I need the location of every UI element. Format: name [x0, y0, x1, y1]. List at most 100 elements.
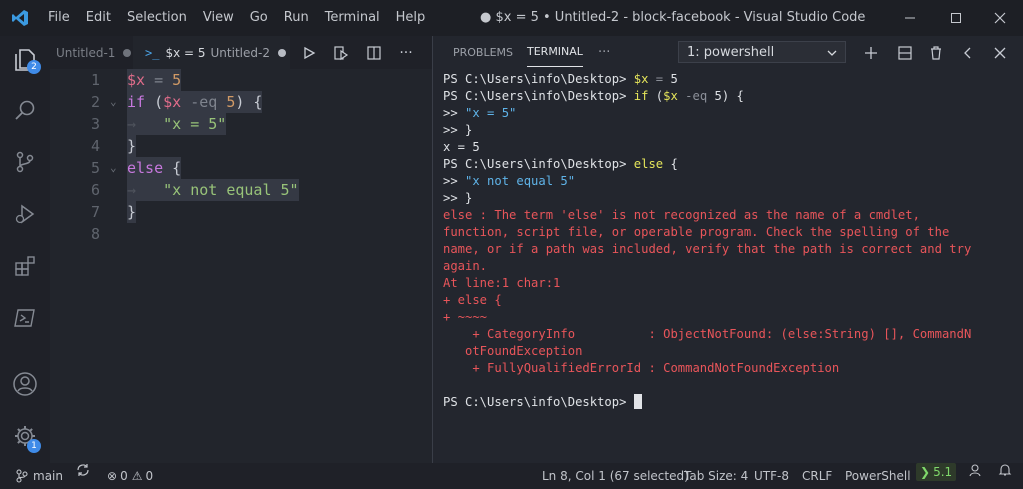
code-content: $x = 5 — [127, 69, 182, 91]
fold-chevron-icon[interactable]: ⌄ — [110, 157, 117, 179]
powershell-version[interactable]: ❯ 5.1 — [916, 463, 957, 481]
split-terminal-button[interactable] — [889, 36, 921, 69]
warning-count: 0 — [145, 469, 154, 483]
search-icon — [15, 100, 35, 120]
tab-untitled-2[interactable]: >_ $x = 5 Untitled-2 — [133, 36, 290, 69]
terminal-line: x = 5 — [443, 140, 480, 154]
code-content: else { — [127, 157, 182, 179]
menu-selection[interactable]: Selection — [119, 0, 195, 36]
search-button[interactable] — [0, 86, 50, 134]
extensions-button[interactable] — [0, 242, 50, 290]
terminal-select-value: 1: powershell — [687, 45, 775, 60]
menu-terminal[interactable]: Terminal — [317, 0, 388, 36]
fold-chevron-icon[interactable]: ⌄ — [110, 91, 117, 113]
run-button[interactable] — [293, 36, 325, 69]
minimize-button[interactable] — [887, 0, 933, 36]
code-line: 8 — [50, 223, 432, 245]
terminal-line: PS C:\Users\info\Desktop> else { — [443, 157, 678, 171]
terminal-line: PS C:\Users\info\Desktop> if ($x -eq 5) … — [443, 89, 744, 103]
status-bar: main ⊗ 0 ⚠ 0 Ln 8, Col 1 (67 selected) T… — [0, 463, 1023, 489]
terminal-output[interactable]: PS C:\Users\info\Desktop> $x = 5 PS C:\U… — [443, 71, 1018, 411]
chevron-left-icon — [964, 47, 971, 58]
code-content: if ($x -eq 5) { — [127, 91, 263, 113]
terminal-line: >> "x not equal 5" — [443, 174, 576, 188]
vscode-logo-icon — [0, 0, 40, 36]
bell-icon — [998, 464, 1012, 476]
run-selection-icon — [334, 45, 349, 60]
terminal-prompt-icon: >_ — [145, 45, 160, 60]
run-selection-button[interactable] — [325, 36, 357, 69]
kill-terminal-button[interactable] — [920, 36, 952, 69]
editor-tabs: Untitled-1 >_ $x = 5 Untitled-2 ··· — [50, 36, 432, 69]
branch-indicator[interactable]: main — [16, 463, 63, 489]
terminal-line: PS C:\Users\info\Desktop> $x = 5 — [443, 72, 678, 86]
line-number: 7 — [90, 203, 100, 221]
panel-more-icon[interactable]: ··· — [598, 36, 610, 69]
menu-edit[interactable]: Edit — [78, 0, 119, 36]
menu-go[interactable]: Go — [242, 0, 276, 36]
split-terminal-icon — [898, 45, 912, 60]
notifications-button[interactable] — [998, 463, 1012, 477]
sync-icon — [77, 464, 89, 476]
terminal-error-line: otFoundException — [443, 344, 583, 358]
menu-file[interactable]: File — [40, 0, 78, 36]
feedback-icon — [969, 464, 981, 477]
editor-area: Untitled-1 >_ $x = 5 Untitled-2 ··· 1 $x… — [50, 36, 432, 463]
encoding[interactable]: UTF-8 — [754, 463, 789, 489]
menu-view[interactable]: View — [195, 0, 242, 36]
error-icon: ⊗ — [107, 469, 118, 483]
warning-icon: ⚠ — [131, 469, 143, 483]
manage-button[interactable]: 1 — [0, 412, 50, 460]
unsaved-dot-icon — [123, 48, 132, 57]
run-debug-button[interactable] — [0, 190, 50, 238]
close-panel-button[interactable] — [984, 36, 1016, 69]
window-title: ● $x = 5 • Untitled-2 - block-facebook -… — [480, 10, 866, 25]
terminal-prompt-line: PS C:\Users\info\Desktop> — [443, 394, 1018, 411]
code-line: 7 } — [50, 201, 432, 223]
sync-button[interactable] — [76, 463, 90, 477]
terminal-error-line: function, script file, or operable progr… — [443, 225, 950, 239]
line-number: 5 — [90, 159, 100, 177]
source-control-icon — [16, 151, 34, 173]
maximize-panel-button[interactable] — [952, 36, 984, 69]
powershell-icon — [14, 309, 35, 327]
explorer-button[interactable]: 2 — [0, 36, 50, 84]
problems-indicator[interactable]: ⊗ 0 ⚠ 0 — [107, 463, 153, 489]
terminal-error-line: + else { — [443, 293, 502, 307]
line-ending[interactable]: CRLF — [802, 463, 832, 489]
new-terminal-button[interactable] — [855, 36, 887, 69]
source-control-button[interactable] — [0, 138, 50, 186]
tab-size[interactable]: Tab Size: 4 — [684, 463, 748, 489]
accounts-button[interactable] — [0, 360, 50, 408]
line-number: 2 — [90, 93, 100, 111]
extensions-icon — [15, 256, 35, 276]
plus-icon — [865, 46, 877, 59]
terminal-line: >> "x = 5" — [443, 106, 517, 120]
cursor-position[interactable]: Ln 8, Col 1 (67 selected) — [542, 463, 689, 489]
terminal-panel: PROBLEMS TERMINAL ··· 1: powershell PS C… — [433, 36, 1023, 463]
line-number: 3 — [90, 115, 100, 133]
feedback-button[interactable] — [968, 463, 982, 477]
terminal-select[interactable]: 1: powershell — [678, 41, 846, 63]
terminal-error-line: again. — [443, 259, 488, 273]
language-mode[interactable]: PowerShell — [845, 463, 911, 489]
git-branch-icon — [16, 469, 28, 483]
menu-help[interactable]: Help — [388, 0, 434, 36]
tab-problems[interactable]: PROBLEMS — [453, 36, 513, 69]
powershell-button[interactable] — [0, 294, 50, 342]
menu-run[interactable]: Run — [276, 0, 317, 36]
close-window-button[interactable] — [977, 0, 1023, 36]
terminal-error-line: else : The term 'else' is not recognized… — [443, 208, 920, 222]
tab-untitled-1[interactable]: Untitled-1 — [50, 36, 133, 69]
maximize-button[interactable] — [933, 0, 979, 36]
terminal-line: >> } — [443, 123, 473, 137]
code-line: 2 ⌄ if ($x -eq 5) { — [50, 91, 432, 113]
more-actions-button[interactable]: ··· — [390, 36, 422, 69]
error-count: 0 — [120, 469, 128, 483]
split-editor-button[interactable] — [358, 36, 390, 69]
code-line: 5 ⌄ else { — [50, 157, 432, 179]
tab-terminal[interactable]: TERMINAL — [527, 40, 583, 67]
explorer-badge: 2 — [27, 60, 41, 74]
split-editor-icon — [367, 45, 381, 60]
